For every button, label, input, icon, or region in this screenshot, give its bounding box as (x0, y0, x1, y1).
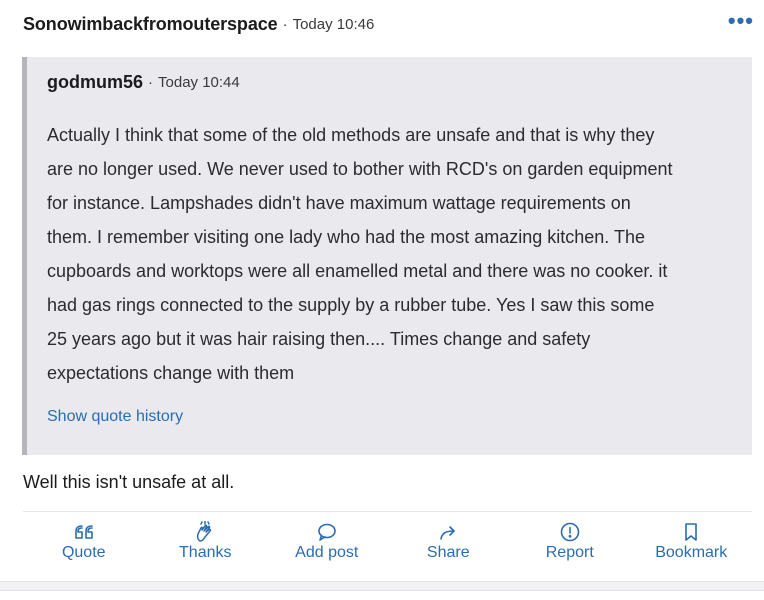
report-button-label: Report (545, 544, 594, 561)
thanks-button[interactable]: Thanks (145, 520, 267, 570)
quote-body: Actually I think that some of the old me… (47, 118, 743, 390)
quote-icon (73, 520, 95, 544)
bookmark-icon (680, 520, 702, 544)
quote-author[interactable]: godmum56 (47, 72, 143, 93)
meta-separator: · (282, 15, 288, 33)
post-header: Sonowimbackfromouterspace · Today 10:46 … (23, 8, 754, 36)
share-button[interactable]: Share (388, 520, 510, 570)
share-arrow-icon (437, 520, 459, 544)
more-dots-icon[interactable]: ••• (728, 8, 754, 34)
quote-line: Actually I think that some of the old me… (47, 125, 655, 145)
post: Sonowimbackfromouterspace · Today 10:46 … (0, 0, 764, 582)
quote-timestamp: Today 10:44 (158, 74, 240, 91)
next-post-edge (0, 590, 764, 600)
divider (23, 511, 752, 512)
share-button-label: Share (426, 544, 470, 561)
add-post-button-label: Add post (295, 544, 359, 561)
show-quote-history-link[interactable]: Show quote history (47, 408, 183, 426)
quote-meta-separator: · (148, 74, 154, 91)
report-icon (559, 520, 581, 544)
quote-line: had gas rings connected to the supply by… (47, 295, 655, 315)
quote-line: for instance. Lampshades didn't have max… (47, 193, 631, 213)
clap-icon (194, 520, 216, 544)
bookmark-button[interactable]: Bookmark (631, 520, 753, 570)
post-author[interactable]: Sonowimbackfromouterspace (23, 14, 278, 35)
post-body: Well this isn't unsafe at all. (23, 472, 235, 492)
quote-line: cupboards and worktops were all enamelle… (47, 261, 668, 281)
report-button[interactable]: Report (509, 520, 631, 570)
quote-line: them. I remember visiting one lady who h… (47, 227, 645, 247)
quote-line: expectations change with them (47, 363, 295, 383)
post-actions: Quote Thanks Add post Share Report Bookm… (23, 520, 752, 570)
quote-block: godmum56 · Today 10:44 Actually I think … (22, 57, 752, 455)
quote-button[interactable]: Quote (23, 520, 145, 570)
quote-line: 25 years ago but it was hair raising the… (47, 329, 591, 349)
post-timestamp[interactable]: Today 10:46 (293, 16, 375, 33)
quote-header: godmum56 · Today 10:44 (47, 72, 240, 93)
add-post-button[interactable]: Add post (266, 520, 388, 570)
thanks-button-label: Thanks (179, 544, 232, 561)
quote-line: are no longer used. We never used to bot… (47, 159, 673, 179)
speech-bubble-icon (316, 520, 338, 544)
quote-button-label: Quote (61, 544, 106, 561)
bookmark-button-label: Bookmark (655, 544, 728, 561)
